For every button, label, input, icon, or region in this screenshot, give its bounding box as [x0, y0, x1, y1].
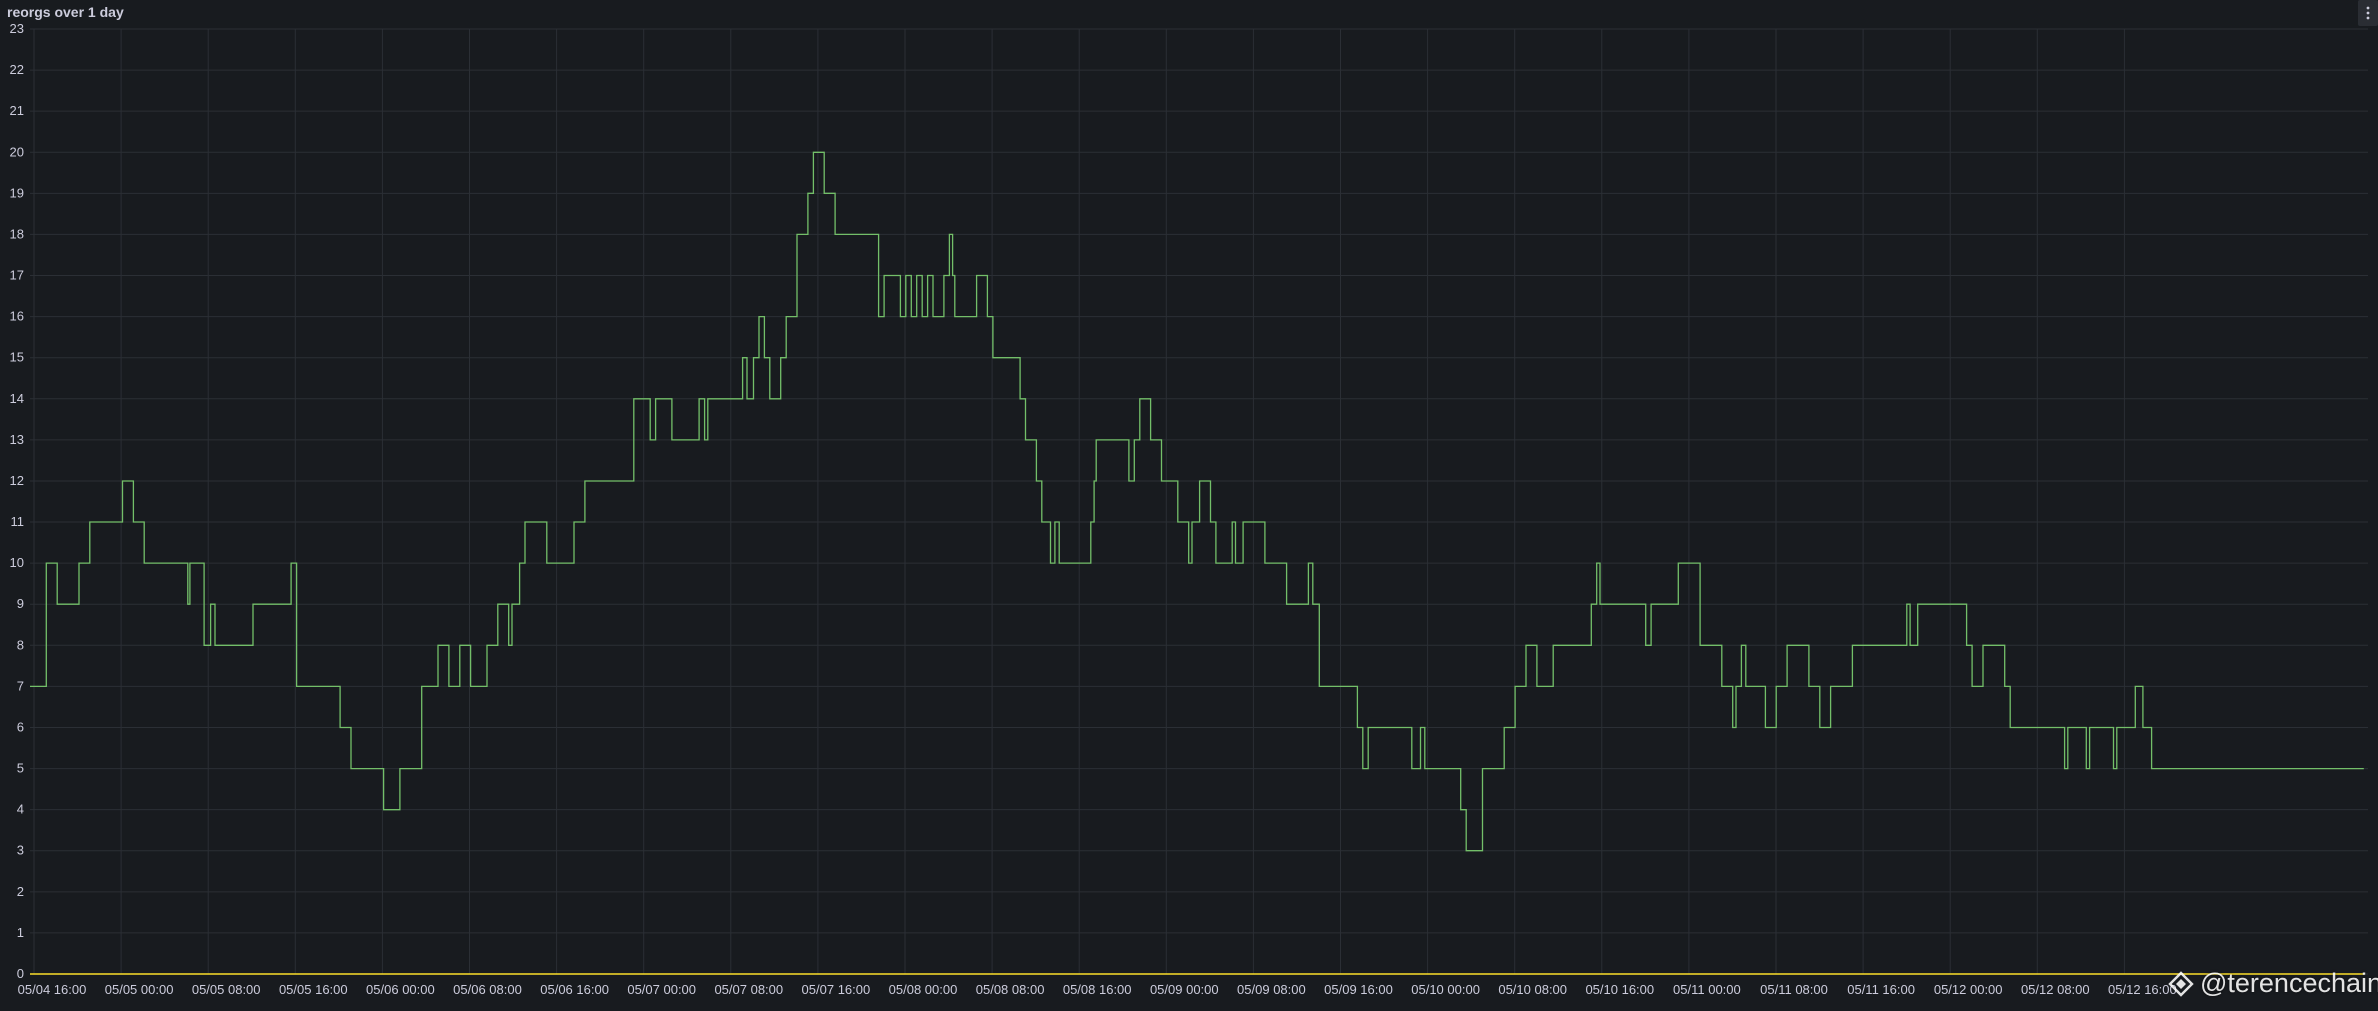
x-tick-label: 05/05 16:00: [279, 982, 348, 997]
y-tick-label: 2: [17, 884, 24, 899]
y-tick-label: 7: [17, 678, 24, 693]
x-tick-label: 05/08 00:00: [889, 982, 958, 997]
x-tick-label: 05/04 16:00: [18, 982, 87, 997]
y-tick-label: 13: [10, 432, 24, 447]
watermark: @terencechain: [2168, 968, 2378, 999]
line-chart[interactable]: 0123456789101112131415161718192021222305…: [0, 0, 2378, 1011]
x-tick-label: 05/06 08:00: [453, 982, 522, 997]
y-tick-label: 21: [10, 103, 24, 118]
y-tick-label: 18: [10, 226, 24, 241]
y-tick-label: 12: [10, 473, 24, 488]
y-tick-label: 11: [11, 514, 25, 529]
y-tick-label: 22: [10, 62, 24, 77]
y-tick-label: 16: [10, 309, 24, 324]
series-line-1[interactable]: [30, 151, 2364, 852]
x-tick-label: 05/11 08:00: [1760, 982, 1828, 997]
x-tick-label: 05/08 08:00: [976, 982, 1045, 997]
y-tick-label: 17: [10, 268, 24, 283]
x-tick-label: 05/07 16:00: [802, 982, 871, 997]
x-tick-label: 05/09 16:00: [1324, 982, 1393, 997]
x-tick-label: 05/11 00:00: [1673, 982, 1741, 997]
x-tick-label: 05/07 08:00: [714, 982, 783, 997]
x-tick-label: 05/11 16:00: [1847, 982, 1915, 997]
y-tick-label: 10: [10, 555, 24, 570]
x-tick-label: 05/05 00:00: [105, 982, 174, 997]
y-tick-label: 19: [10, 185, 24, 200]
x-tick-label: 05/12 00:00: [1934, 982, 2003, 997]
x-tick-label: 05/10 16:00: [1585, 982, 1654, 997]
x-tick-label: 05/06 16:00: [540, 982, 609, 997]
y-tick-label: 3: [17, 843, 24, 858]
x-tick-label: 05/12 08:00: [2021, 982, 2090, 997]
x-tick-label: 05/10 08:00: [1498, 982, 1567, 997]
x-tick-label: 05/12 16:00: [2108, 982, 2177, 997]
y-tick-label: 9: [17, 596, 24, 611]
y-tick-label: 15: [10, 350, 24, 365]
x-tick-label: 05/08 16:00: [1063, 982, 1132, 997]
y-tick-label: 8: [17, 637, 24, 652]
y-tick-label: 20: [10, 144, 24, 159]
y-tick-label: 1: [17, 925, 24, 940]
y-tick-label: 4: [17, 802, 24, 817]
x-tick-label: 05/09 00:00: [1150, 982, 1219, 997]
y-tick-label: 23: [10, 21, 24, 36]
y-tick-label: 0: [17, 966, 24, 981]
y-tick-label: 14: [10, 391, 24, 406]
x-tick-label: 05/06 00:00: [366, 982, 435, 997]
x-tick-label: 05/10 00:00: [1411, 982, 1480, 997]
x-tick-label: 05/07 00:00: [627, 982, 696, 997]
y-tick-label: 5: [17, 761, 24, 776]
watermark-text: @terencechain: [2200, 968, 2378, 998]
x-tick-label: 05/09 08:00: [1237, 982, 1306, 997]
y-tick-label: 6: [17, 719, 24, 734]
diamond-logo-icon: [2168, 970, 2194, 997]
x-tick-label: 05/05 08:00: [192, 982, 261, 997]
